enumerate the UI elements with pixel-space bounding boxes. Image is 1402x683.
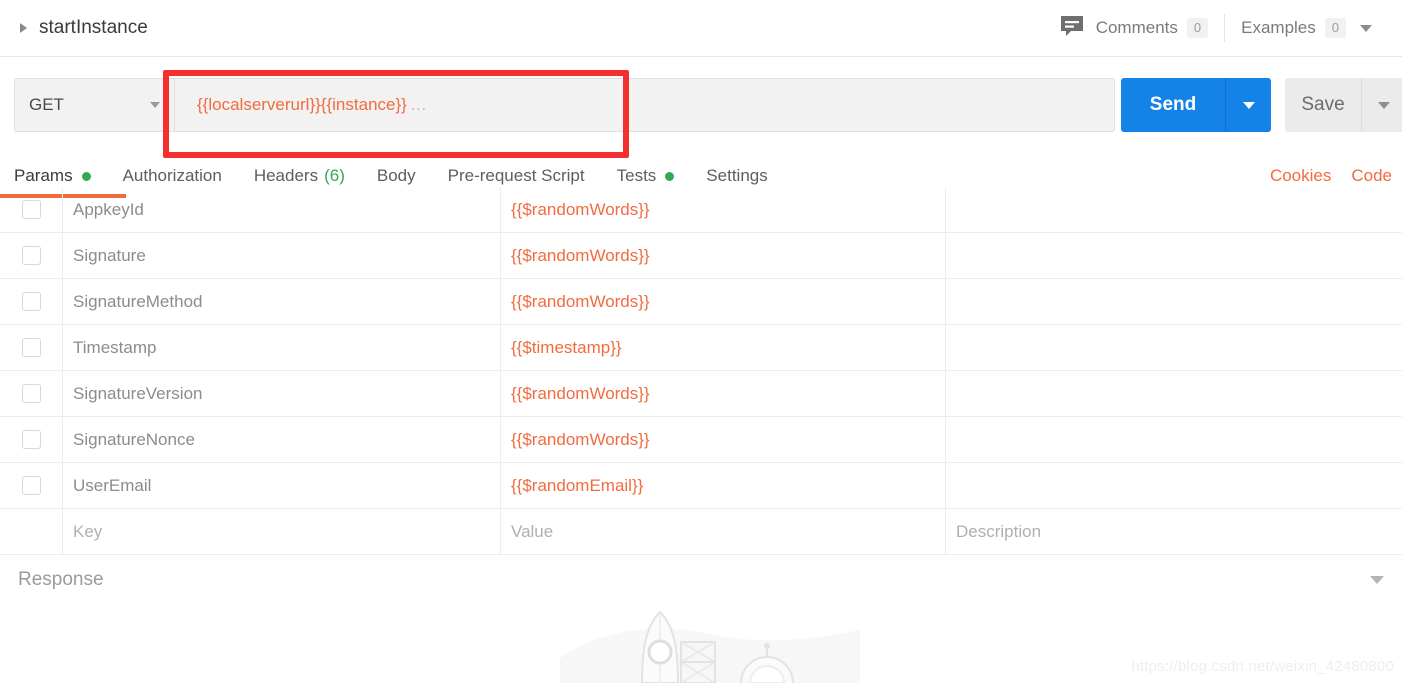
new-param-key-input[interactable]: Key xyxy=(62,509,500,554)
row-checkbox-cell[interactable] xyxy=(0,279,62,324)
tab-label: Tests xyxy=(616,166,657,185)
param-key[interactable]: UserEmail xyxy=(62,463,500,508)
save-button[interactable]: Save xyxy=(1285,78,1361,132)
request-title-group[interactable]: startInstance xyxy=(0,17,148,39)
send-button[interactable]: Send xyxy=(1121,78,1225,132)
param-description[interactable] xyxy=(945,325,1402,370)
table-row[interactable]: Signature {{$randomWords}} xyxy=(0,233,1402,279)
table-row[interactable]: UserEmail {{$randomEmail}} xyxy=(0,463,1402,509)
param-description[interactable] xyxy=(945,279,1402,324)
param-description[interactable] xyxy=(945,371,1402,416)
comment-bubble-icon xyxy=(1059,14,1085,43)
url-ellipsis: … xyxy=(409,95,427,114)
row-checkbox-cell[interactable] xyxy=(0,463,62,508)
comments-label: Comments xyxy=(1095,18,1178,37)
url-bar: GET {{localserverurl}}{{instance}} … xyxy=(14,78,1115,132)
param-value[interactable]: {{$randomWords}} xyxy=(500,233,945,278)
row-checkbox-cell[interactable] xyxy=(0,371,62,416)
chevron-down-icon xyxy=(1378,101,1390,109)
send-options-button[interactable] xyxy=(1225,78,1271,132)
headers-count: (6) xyxy=(324,166,345,185)
checkbox-icon[interactable] xyxy=(21,476,41,495)
chevron-down-icon xyxy=(1242,101,1255,109)
param-description[interactable] xyxy=(945,187,1402,232)
checkbox-icon[interactable] xyxy=(21,292,41,311)
param-value[interactable]: {{$timestamp}} xyxy=(500,325,945,370)
triangle-right-icon[interactable] xyxy=(20,23,27,33)
param-description[interactable] xyxy=(945,463,1402,508)
checkbox-icon[interactable] xyxy=(21,430,41,449)
row-checkbox-cell xyxy=(0,509,62,554)
examples-label: Examples xyxy=(1241,18,1316,37)
save-button-group[interactable]: Save xyxy=(1285,78,1402,132)
rocket-launch-illustration xyxy=(560,600,860,683)
tab-label: Pre-request Script xyxy=(447,166,585,185)
comments-count: 0 xyxy=(1186,18,1209,38)
params-table: AppkeyId {{$randomWords}} Signature {{$r… xyxy=(0,187,1402,555)
new-param-value-input[interactable]: Value xyxy=(500,509,945,554)
param-key[interactable]: Timestamp xyxy=(62,325,500,370)
param-key[interactable]: AppkeyId xyxy=(62,187,500,232)
send-button-group[interactable]: Send xyxy=(1121,78,1271,132)
request-header: startInstance Comments 0 Examples 0 xyxy=(0,0,1402,57)
param-value[interactable]: {{$randomWords}} xyxy=(500,371,945,416)
watermark-text: https://blog.csdn.net/weixin_42480800 xyxy=(1131,658,1394,675)
param-key[interactable]: SignatureMethod xyxy=(62,279,500,324)
url-input[interactable]: {{localserverurl}}{{instance}} … xyxy=(175,78,1115,132)
param-value[interactable]: {{$randomWords}} xyxy=(500,187,945,232)
comments-button[interactable]: Comments 0 xyxy=(1043,0,1224,56)
chevron-down-icon[interactable] xyxy=(1370,576,1384,584)
http-method-select[interactable]: GET xyxy=(14,78,175,132)
postman-request-pane: startInstance Comments 0 Examples 0 GET … xyxy=(0,0,1402,683)
table-row[interactable]: SignatureMethod {{$randomWords}} xyxy=(0,279,1402,325)
param-description[interactable] xyxy=(945,417,1402,462)
status-dot-icon xyxy=(665,171,675,181)
table-row-new[interactable]: Key Value Description xyxy=(0,509,1402,555)
row-checkbox-cell[interactable] xyxy=(0,417,62,462)
http-method-value: GET xyxy=(29,95,64,114)
chevron-down-icon[interactable] xyxy=(1360,24,1372,32)
response-section-header[interactable]: Response xyxy=(0,555,1402,605)
checkbox-icon[interactable] xyxy=(21,200,41,219)
table-row[interactable]: AppkeyId {{$randomWords}} xyxy=(0,187,1402,233)
new-param-description-input[interactable]: Description xyxy=(945,509,1402,554)
checkbox-icon[interactable] xyxy=(21,246,41,265)
tab-label: Settings xyxy=(706,166,768,185)
param-description[interactable] xyxy=(945,233,1402,278)
tab-label: Headers xyxy=(253,166,319,185)
header-actions: Comments 0 Examples 0 xyxy=(1043,0,1402,56)
examples-count: 0 xyxy=(1324,18,1346,38)
examples-button[interactable]: Examples 0 xyxy=(1225,0,1388,56)
status-dot-icon xyxy=(81,171,91,181)
tab-label: Body xyxy=(376,166,416,185)
checkbox-icon[interactable] xyxy=(21,384,41,403)
response-title: Response xyxy=(18,569,104,590)
save-options-button[interactable] xyxy=(1361,78,1402,132)
param-key[interactable]: Signature xyxy=(62,233,500,278)
row-checkbox-cell[interactable] xyxy=(0,233,62,278)
param-value[interactable]: {{$randomWords}} xyxy=(500,279,945,324)
param-value[interactable]: {{$randomEmail}} xyxy=(500,463,945,508)
url-value: {{localserverurl}}{{instance}} xyxy=(197,95,407,114)
page-title: startInstance xyxy=(39,17,148,38)
checkbox-icon[interactable] xyxy=(21,338,41,357)
param-value[interactable]: {{$randomWords}} xyxy=(500,417,945,462)
chevron-down-icon[interactable] xyxy=(150,102,160,108)
table-row[interactable]: Timestamp {{$timestamp}} xyxy=(0,325,1402,371)
table-row[interactable]: SignatureNonce {{$randomWords}} xyxy=(0,417,1402,463)
row-checkbox-cell[interactable] xyxy=(0,187,62,232)
table-row[interactable]: SignatureVersion {{$randomWords}} xyxy=(0,371,1402,417)
param-key[interactable]: SignatureVersion xyxy=(62,371,500,416)
param-key[interactable]: SignatureNonce xyxy=(62,417,500,462)
row-checkbox-cell[interactable] xyxy=(0,325,62,370)
tab-label: Authorization xyxy=(122,166,222,185)
tab-label: Params xyxy=(14,166,73,185)
